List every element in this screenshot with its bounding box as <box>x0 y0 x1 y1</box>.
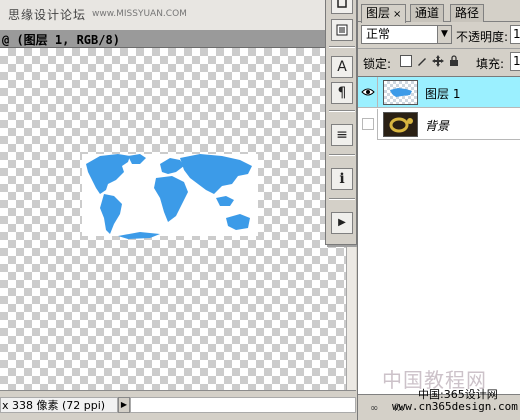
eye-icon[interactable] <box>358 77 378 108</box>
photoshop-window: 思缘设计论坛 www.MISSYUAN.COM @ (图层 1, RGB/8) <box>0 0 520 420</box>
tab-layers-label: 图层 <box>366 6 391 20</box>
horizontal-scrollbar[interactable] <box>130 397 356 413</box>
lock-all-icon[interactable] <box>448 55 460 67</box>
lock-move-icon[interactable] <box>432 55 444 67</box>
layer-row[interactable]: 图层 1 <box>358 77 520 108</box>
opacity-label: 不透明度: <box>456 30 509 44</box>
layer-row[interactable]: 背景 <box>358 109 520 140</box>
forum-watermark: 思缘设计论坛 www.MISSYUAN.COM <box>0 0 356 30</box>
document-window: 思缘设计论坛 www.MISSYUAN.COM @ (图层 1, RGB/8) <box>0 0 356 420</box>
forum-watermark-text: 思缘设计论坛 <box>8 8 87 22</box>
layer-list: 图层 1 背景 <box>358 76 520 394</box>
strip-divider <box>329 154 355 156</box>
info-icon[interactable]: i <box>331 168 353 190</box>
strip-divider <box>329 46 355 48</box>
layer-name[interactable]: 图层 1 <box>425 85 460 102</box>
opacity-input[interactable]: 10 <box>510 25 520 44</box>
tab-paths[interactable]: 路径 <box>450 4 485 22</box>
link-layers-icon[interactable]: ∞ <box>370 403 378 414</box>
lock-label: 锁定: <box>363 57 392 71</box>
actions-icon[interactable]: ▶ <box>331 212 353 234</box>
layers-panel-footer: ∞ fx <box>358 394 520 420</box>
layer-name[interactable]: 背景 <box>425 117 449 134</box>
tab-layers[interactable]: 图层 × <box>361 4 407 23</box>
divider <box>358 48 520 49</box>
character-icon[interactable]: A <box>331 56 353 78</box>
swatch-icon[interactable] <box>331 19 353 41</box>
tab-channels-label: 通道 <box>415 6 440 20</box>
paragraph-icon[interactable]: ¶ <box>331 82 353 104</box>
blend-mode-value: 正常 <box>366 27 391 41</box>
chevron-down-icon: ▼ <box>437 26 451 43</box>
document-title: @ (图层 1, RGB/8) <box>2 33 120 47</box>
strip-divider <box>329 110 355 112</box>
status-bar: x 338 像素 (72 ppi) ▶ <box>0 390 356 420</box>
layer-style-icon[interactable]: fx <box>394 403 403 414</box>
layers-panel: 图层× 通道 路径 正常 ▼ 不透明度: 10 锁定: 填充: 10 <box>357 0 520 420</box>
document-info: x 338 像素 (72 ppi) <box>0 397 118 413</box>
tab-channels[interactable]: 通道 <box>410 4 445 22</box>
fill-input[interactable]: 10 <box>510 52 520 71</box>
panel-tabs: 图层 × 通道 路径 <box>358 4 520 23</box>
layer-thumbnail <box>383 112 418 137</box>
document-title-bar[interactable]: @ (图层 1, RGB/8) <box>0 30 356 48</box>
blend-mode-select[interactable]: 正常 ▼ <box>361 25 452 44</box>
world-map-layer <box>82 154 258 239</box>
layer-thumbnail <box>383 80 418 105</box>
layer-comps-icon[interactable]: ≡ <box>331 124 353 146</box>
canvas[interactable] <box>0 48 346 390</box>
fill-label: 填充: <box>476 57 505 71</box>
history-icon[interactable] <box>331 0 353 14</box>
strip-divider <box>329 198 355 200</box>
tab-paths-label: 路径 <box>455 6 480 20</box>
lock-brush-icon[interactable] <box>416 55 428 67</box>
close-icon[interactable]: × <box>393 9 401 20</box>
status-menu-arrow[interactable]: ▶ <box>118 397 130 413</box>
forum-watermark-url: www.MISSYUAN.COM <box>92 9 187 19</box>
lock-transparency-icon[interactable] <box>400 55 412 67</box>
palette-dock: A ¶ ≡ i ▶ <box>325 0 357 245</box>
eye-placeholder[interactable] <box>358 109 378 140</box>
